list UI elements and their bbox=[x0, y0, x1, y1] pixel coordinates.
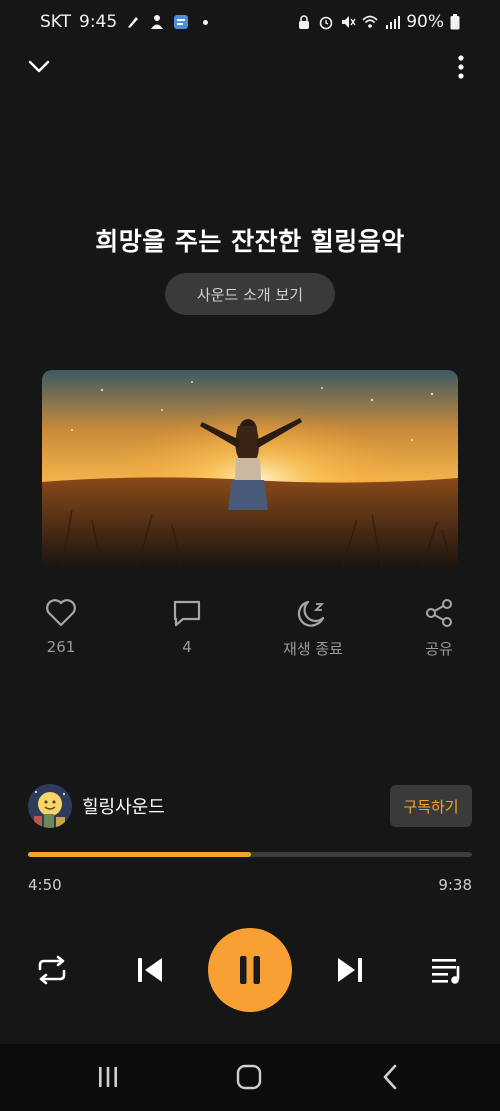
signal-icon bbox=[386, 16, 401, 29]
playlist-icon bbox=[432, 959, 460, 984]
repeat-icon bbox=[38, 955, 66, 985]
playlist-button[interactable] bbox=[424, 950, 470, 990]
channel-link[interactable]: 힐링사운드 bbox=[28, 784, 165, 828]
track-title: 희망을 주는 잔잔한 힐링음악 bbox=[95, 227, 405, 256]
previous-button[interactable] bbox=[128, 950, 172, 990]
share-label: 공유 bbox=[425, 640, 453, 658]
carrier-label: SKT bbox=[40, 12, 72, 32]
home-icon bbox=[236, 1064, 262, 1090]
channel-name: 힐링사운드 bbox=[82, 797, 165, 818]
like-button[interactable]: 261 bbox=[16, 598, 106, 656]
collapse-button[interactable] bbox=[24, 52, 54, 82]
moon-sleep-icon bbox=[297, 600, 325, 627]
more-vertical-icon bbox=[458, 55, 464, 79]
sleep-timer-button[interactable]: 재생 종료 bbox=[268, 598, 358, 659]
recent-apps-button[interactable] bbox=[88, 1060, 128, 1094]
comment-button[interactable]: 4 bbox=[142, 598, 232, 656]
share-icon bbox=[426, 599, 452, 627]
back-button[interactable] bbox=[370, 1060, 410, 1094]
chevron-down-icon bbox=[28, 60, 50, 73]
back-icon bbox=[383, 1064, 397, 1090]
battery-icon bbox=[450, 14, 460, 30]
app-notification-icon bbox=[174, 15, 189, 29]
current-time: 4:50 bbox=[28, 876, 62, 894]
system-navigation-bar bbox=[0, 1044, 500, 1111]
heart-icon bbox=[46, 599, 76, 627]
comment-count: 4 bbox=[182, 638, 192, 656]
clock: 9:45 bbox=[79, 12, 118, 32]
progress-bar[interactable] bbox=[28, 852, 472, 857]
sleep-timer-label: 재생 종료 bbox=[283, 640, 343, 658]
comment-icon bbox=[173, 600, 201, 627]
status-bar: SKT 9:45 90% bbox=[0, 0, 500, 46]
like-count: 261 bbox=[46, 638, 76, 656]
cover-art bbox=[42, 370, 458, 568]
sound-intro-button[interactable]: 사운드 소개 보기 bbox=[165, 273, 335, 315]
alarm-icon bbox=[319, 16, 333, 30]
home-button[interactable] bbox=[229, 1060, 269, 1094]
mute-icon bbox=[342, 16, 356, 28]
more-options-button[interactable] bbox=[446, 52, 476, 82]
pause-button[interactable] bbox=[208, 928, 292, 1012]
pen-notification-icon bbox=[128, 17, 139, 28]
battery-percent: 90% bbox=[406, 12, 444, 32]
skip-next-icon bbox=[338, 958, 362, 982]
channel-avatar bbox=[28, 784, 72, 828]
lock-icon bbox=[299, 15, 310, 29]
total-time: 9:38 bbox=[438, 876, 472, 894]
person-notification-icon bbox=[151, 15, 164, 29]
recent-apps-icon bbox=[99, 1067, 117, 1087]
progress-fill bbox=[28, 852, 252, 857]
wifi-icon bbox=[362, 15, 378, 28]
subscribe-button[interactable]: 구독하기 bbox=[390, 785, 472, 827]
next-button[interactable] bbox=[328, 950, 372, 990]
skip-previous-icon bbox=[138, 958, 162, 982]
share-button[interactable]: 공유 bbox=[394, 598, 484, 659]
pause-icon bbox=[240, 956, 260, 984]
more-notifications-dot bbox=[203, 19, 209, 25]
repeat-button[interactable] bbox=[30, 950, 74, 990]
